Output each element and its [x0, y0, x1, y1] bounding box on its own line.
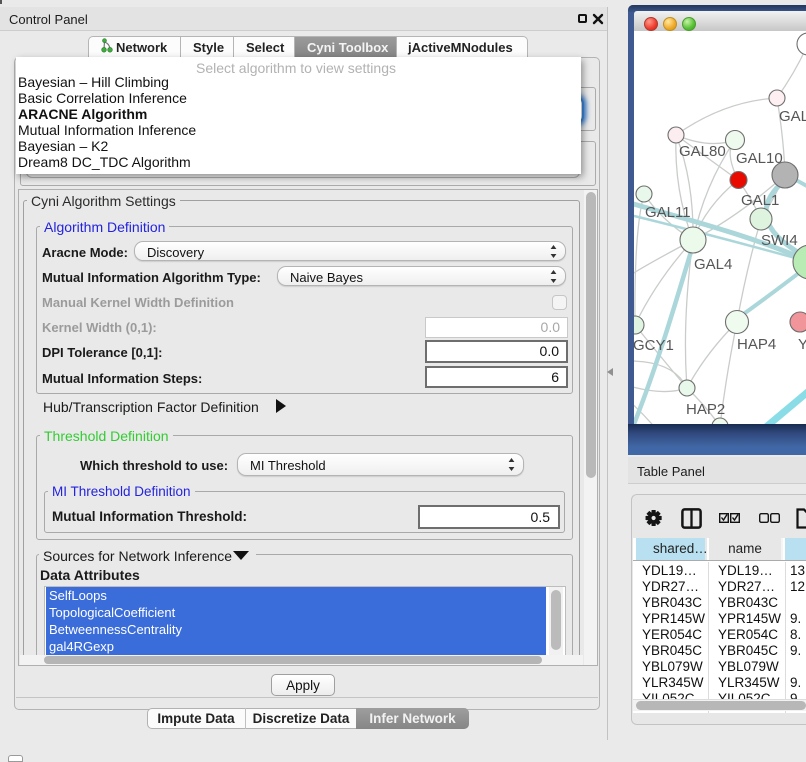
svg-text:GAL1: GAL1 — [741, 192, 779, 209]
svg-text:HAP2: HAP2 — [686, 401, 725, 418]
svg-text:GAL3: GAL3 — [779, 108, 806, 125]
svg-text:HAP4: HAP4 — [737, 336, 776, 353]
svg-text:GAL11: GAL11 — [645, 204, 691, 221]
svg-text:GAL4: GAL4 — [694, 256, 732, 273]
svg-text:SWI4: SWI4 — [761, 232, 798, 249]
svg-text:Y: Y — [798, 336, 806, 353]
svg-text:GCY1: GCY1 — [634, 337, 674, 354]
svg-text:GAL10: GAL10 — [736, 150, 783, 167]
svg-text:GAL80: GAL80 — [679, 143, 726, 160]
